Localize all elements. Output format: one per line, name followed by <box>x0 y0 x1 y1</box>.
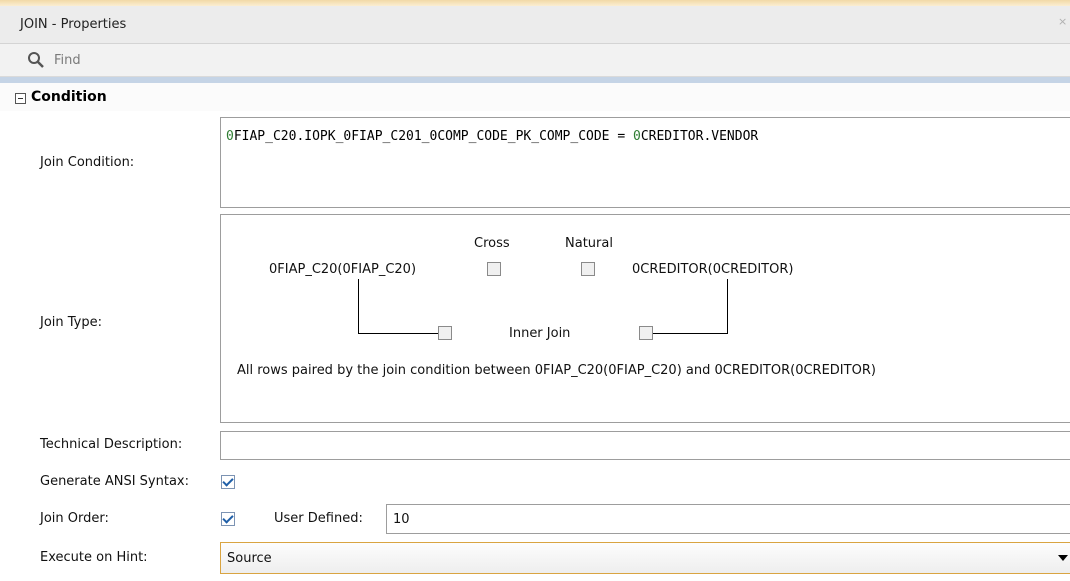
generate-ansi-label: Generate ANSI Syntax: <box>40 474 190 489</box>
left-connector-line <box>358 333 438 334</box>
find-bar[interactable] <box>0 44 1070 77</box>
condition-token-digit: 0 <box>633 129 641 144</box>
right-outer-join-checkbox[interactable] <box>639 326 653 340</box>
search-icon[interactable] <box>26 50 46 70</box>
left-connector-line <box>358 279 359 334</box>
chevron-down-icon[interactable] <box>1058 555 1068 561</box>
close-icon[interactable]: × <box>1058 15 1067 28</box>
condition-token-digit: 0 <box>226 129 234 144</box>
join-condition-text: 0FIAP_C20.IOPK_0FIAP_C201_0COMP_CODE_PK_… <box>226 129 758 144</box>
collapse-toggle-icon[interactable] <box>15 93 26 104</box>
join-order-checkbox[interactable] <box>221 512 235 526</box>
user-defined-label: User Defined: <box>274 511 363 526</box>
join-type-description: All rows paired by the join condition be… <box>237 363 876 378</box>
right-connector-line <box>727 279 728 334</box>
execute-on-hint-label: Execute on Hint: <box>40 550 148 565</box>
left-outer-join-checkbox[interactable] <box>438 326 452 340</box>
inner-join-label: Inner Join <box>509 326 571 341</box>
join-order-label: Join Order: <box>40 511 109 526</box>
generate-ansi-checkbox[interactable] <box>221 475 235 489</box>
right-connector-line <box>653 333 728 334</box>
cross-join-checkbox[interactable] <box>487 262 501 276</box>
search-input[interactable]: Find <box>54 53 81 68</box>
technical-description-field[interactable] <box>220 431 1070 460</box>
window-title-bar <box>0 6 1070 44</box>
join-order-value: 10 <box>393 512 410 527</box>
join-condition-label: Join Condition: <box>40 155 135 170</box>
window-title: JOIN - Properties <box>20 17 127 32</box>
join-condition-editor[interactable]: 0FIAP_C20.IOPK_0FIAP_C201_0COMP_CODE_PK_… <box>220 117 1070 208</box>
execute-on-hint-value: Source <box>227 551 272 566</box>
join-type-panel: Cross Natural 0FIAP_C20(0FIAP_C20) 0CRED… <box>220 214 1070 423</box>
technical-description-label: Technical Description: <box>40 437 183 452</box>
execute-on-hint-select[interactable]: Source <box>220 542 1070 574</box>
condition-token-text: FIAP_C20.IOPK_0FIAP_C201_0COMP_CODE_PK_C… <box>233 129 633 144</box>
cross-join-label: Cross <box>474 236 510 251</box>
right-table-name: 0CREDITOR(0CREDITOR) <box>632 262 794 277</box>
condition-token-text: CREDITOR.VENDOR <box>640 129 759 144</box>
left-table-name: 0FIAP_C20(0FIAP_C20) <box>269 262 417 277</box>
natural-join-label: Natural <box>565 236 613 251</box>
join-order-input[interactable]: 10 <box>386 504 1070 534</box>
section-title: Condition <box>31 89 107 105</box>
join-type-label: Join Type: <box>40 315 103 330</box>
section-header <box>0 83 1070 111</box>
natural-join-checkbox[interactable] <box>581 262 595 276</box>
